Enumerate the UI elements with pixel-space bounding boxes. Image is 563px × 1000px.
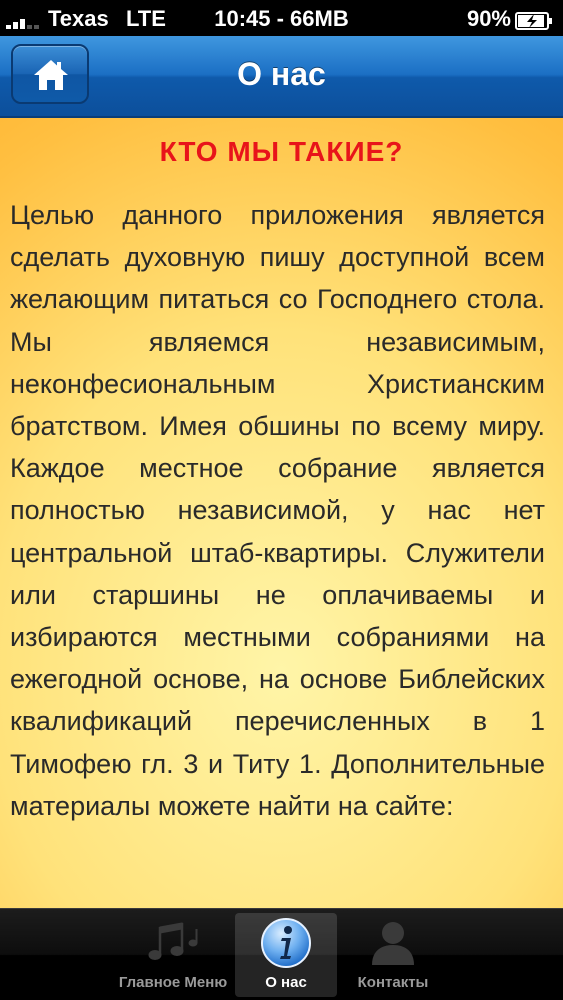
page-title: О нас [237,56,326,92]
tab-about-label: О нас [265,974,307,991]
tab-main-menu[interactable]: Главное Меню [112,913,234,997]
tab-about[interactable]: О нас [235,913,337,997]
tab-main-menu-label: Главное Меню [118,974,228,991]
battery-charging-icon [515,10,553,36]
tab-contacts[interactable]: Контакты [340,913,446,997]
navigation-bar: О нас [0,36,563,118]
info-icon [260,917,312,973]
person-icon [368,917,418,971]
battery-percentage: 90% [466,6,511,31]
status-bar: Texas LTE 10:45 - 66MB 90% [0,0,563,36]
about-content: КТО МЫ ТАКИЕ? Целью данного приложения я… [0,118,563,908]
content-body-text: Целью данного приложения является сделат… [10,200,545,821]
tab-contacts-label: Контакты [357,974,429,991]
music-notes-icon [143,917,203,969]
tab-bar: Главное Меню О нас Контакты [0,908,563,1000]
content-heading: КТО МЫ ТАКИЕ? [159,136,404,167]
